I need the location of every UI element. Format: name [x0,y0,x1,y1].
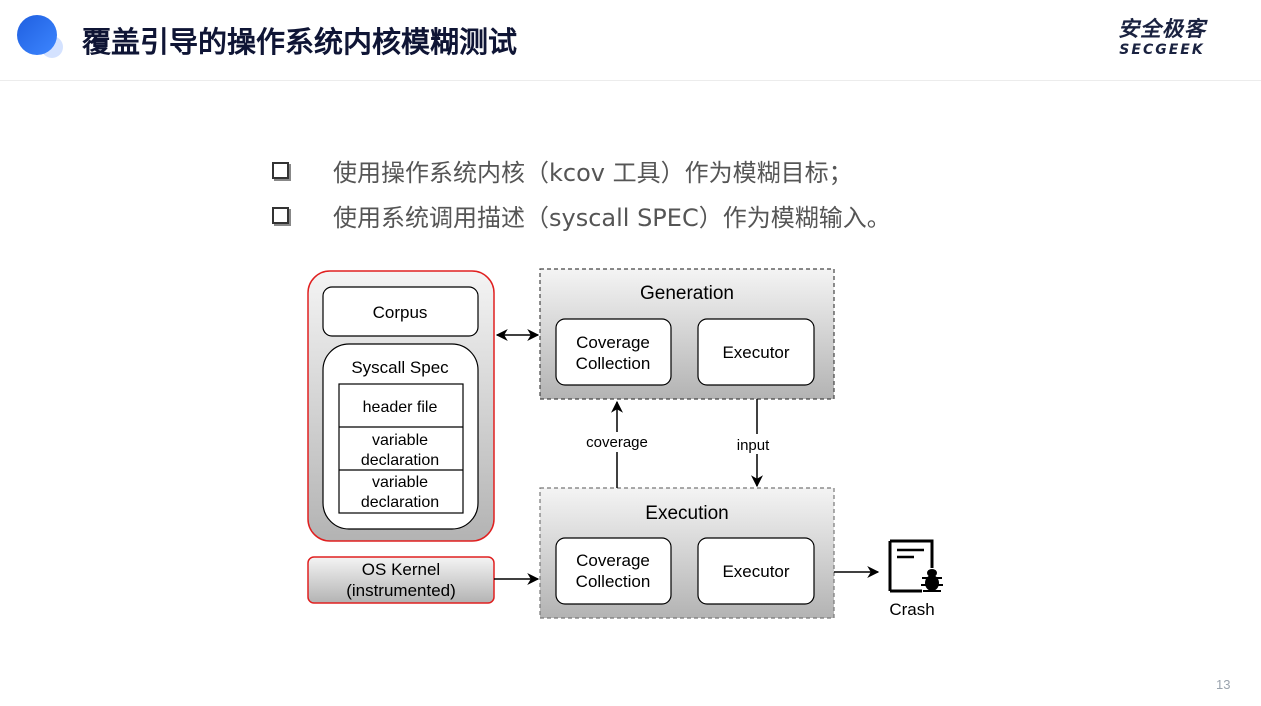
execution-group: Execution Coverage Collection Executor [539,487,835,619]
generation-group: Generation Coverage Collection Executor [539,268,835,400]
syscall-spec-title: Syscall Spec [351,358,449,377]
execution-coverage-collection-box: Coverage Collection [555,537,672,605]
page-number: 13 [1216,677,1231,692]
generation-title: Generation [640,283,734,304]
coverage-label-line2: Collection [576,572,651,591]
os-kernel-label: OS Kernel [362,560,440,579]
executor-label: Executor [722,562,789,581]
left-group: Corpus Syscall Spec header file variable… [307,270,495,542]
generation-executor-box: Executor [697,318,815,386]
coverage-label-line1: Coverage [576,551,650,570]
fuzzing-architecture-diagram: Corpus Syscall Spec header file variable… [307,268,943,619]
spec-row-header-file: header file [363,399,438,416]
corpus-box: Corpus [322,286,479,337]
decorative-dot-icon [17,15,57,55]
execution-executor-box: Executor [697,537,815,605]
coverage-label-line2: Collection [576,354,651,373]
execution-title: Execution [645,503,728,524]
svg-text:declaration: declaration [361,452,439,469]
coverage-label-line1: Coverage [576,333,650,352]
corpus-label: Corpus [373,303,428,322]
os-kernel-sublabel: (instrumented) [346,581,456,600]
os-kernel-box: OS Kernel (instrumented) [307,556,495,604]
generation-coverage-collection-box: Coverage Collection [555,318,672,386]
coverage-edge-label: coverage [586,434,648,451]
input-edge-label: input [737,437,770,454]
crash-label: Crash [889,600,934,619]
executor-label: Executor [722,343,789,362]
crash-bug-icon [888,539,943,593]
svg-text:variable: variable [372,474,428,491]
syscall-spec-box: Syscall Spec header file variable declar… [322,343,479,530]
svg-text:declaration: declaration [361,494,439,511]
svg-text:variable: variable [372,432,428,449]
